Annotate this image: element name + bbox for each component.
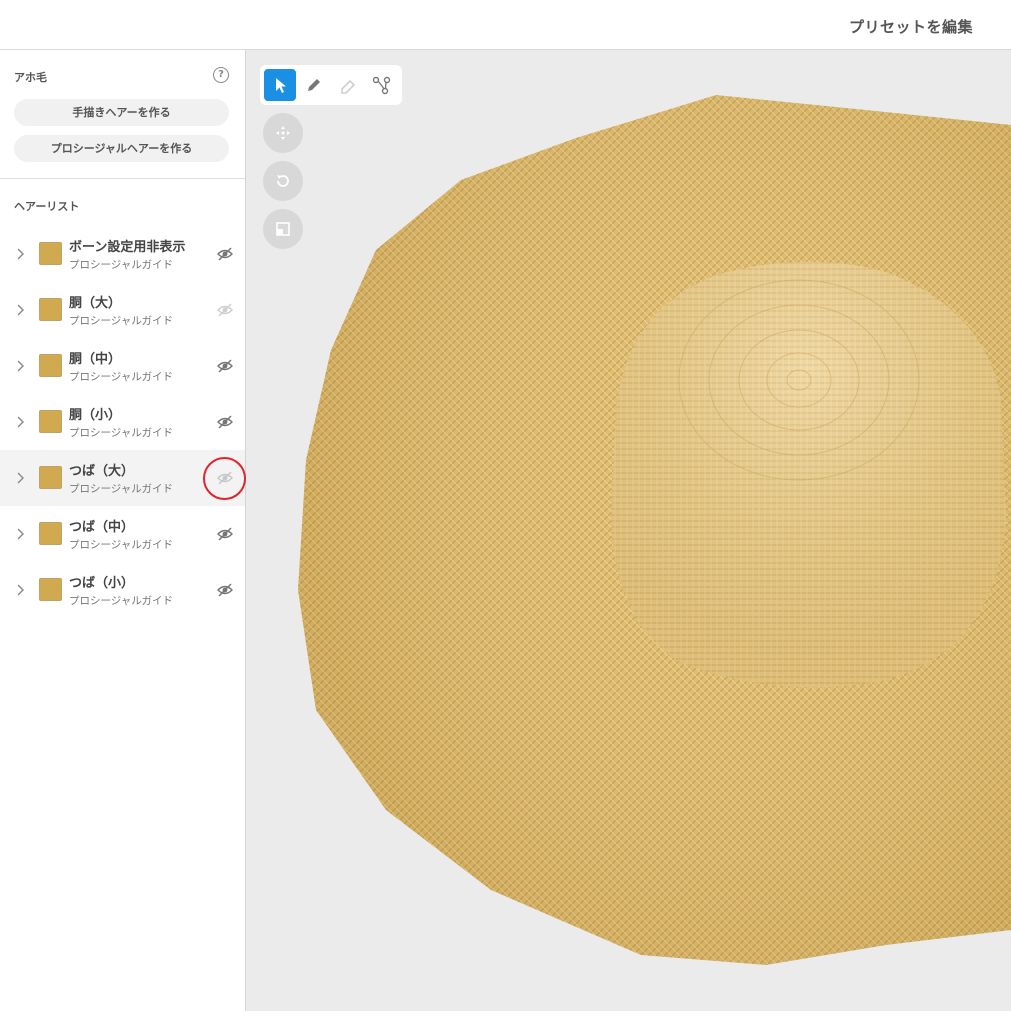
hair-list-item[interactable]: 胴（中） プロシージャルガイド bbox=[0, 338, 245, 394]
color-swatch[interactable] bbox=[39, 410, 62, 433]
bezier-node-icon bbox=[372, 76, 391, 95]
chevron-right-icon[interactable] bbox=[14, 246, 28, 262]
select-tool-button[interactable] bbox=[264, 69, 296, 101]
hair-item-name: つば（大） bbox=[69, 464, 135, 479]
straw-hat-model[interactable] bbox=[246, 50, 1011, 1011]
hair-item-subtitle: プロシージャルガイド bbox=[69, 483, 173, 495]
3d-viewport[interactable] bbox=[246, 50, 1011, 1011]
hair-item-name: つば（中） bbox=[69, 520, 135, 535]
eye-hidden-icon[interactable] bbox=[216, 413, 234, 431]
eye-hidden-icon[interactable] bbox=[216, 581, 234, 599]
eye-hidden-icon[interactable] bbox=[216, 301, 234, 319]
select-arrow-icon bbox=[276, 78, 286, 93]
color-swatch[interactable] bbox=[39, 242, 62, 265]
eye-hidden-icon[interactable] bbox=[216, 525, 234, 543]
help-icon[interactable]: ? bbox=[213, 67, 229, 83]
eraser-icon bbox=[341, 79, 356, 94]
pen-icon bbox=[308, 79, 320, 91]
hair-list-label: ヘアーリスト bbox=[14, 200, 80, 213]
hair-item-subtitle: プロシージャルガイド bbox=[69, 539, 173, 551]
hair-list-item[interactable]: 胴（大） プロシージャルガイド bbox=[0, 282, 245, 338]
hair-list-item[interactable]: 胴（小） プロシージャルガイド bbox=[0, 394, 245, 450]
page-title: プリセットを編集 bbox=[848, 18, 973, 36]
chevron-right-icon[interactable] bbox=[14, 582, 28, 598]
hair-item-subtitle: プロシージャルガイド bbox=[69, 595, 173, 607]
hair-item-name: ボーン設定用非表示 bbox=[69, 240, 186, 255]
eye-hidden-icon[interactable] bbox=[216, 245, 234, 263]
color-swatch[interactable] bbox=[39, 578, 62, 601]
tool-palette bbox=[260, 65, 402, 105]
hair-item-subtitle: プロシージャルガイド bbox=[69, 371, 173, 383]
chevron-right-icon[interactable] bbox=[14, 302, 28, 318]
color-swatch[interactable] bbox=[39, 522, 62, 545]
rotate-view-button[interactable] bbox=[263, 161, 303, 201]
chevron-right-icon[interactable] bbox=[14, 414, 28, 430]
color-swatch[interactable] bbox=[39, 354, 62, 377]
hair-item-name: 胴（中） bbox=[69, 352, 122, 367]
hair-item-subtitle: プロシージャルガイド bbox=[69, 259, 173, 271]
app-header: プリセットを編集 bbox=[0, 0, 1011, 50]
eye-hidden-icon[interactable] bbox=[216, 469, 234, 487]
color-swatch[interactable] bbox=[39, 466, 62, 489]
move-icon bbox=[276, 126, 290, 140]
hair-item-subtitle: プロシージャルガイド bbox=[69, 315, 173, 327]
hair-list-item[interactable]: ボーン設定用非表示 プロシージャルガイド bbox=[0, 226, 245, 282]
hair-item-name: 胴（小） bbox=[69, 408, 122, 423]
create-procedural-hair-button[interactable]: プロシージャルヘアーを作る bbox=[14, 135, 229, 162]
hair-list-item[interactable]: つば（中） プロシージャルガイド bbox=[0, 506, 245, 562]
hair-list: ボーン設定用非表示 プロシージャルガイド 胴（大） プロシージャルガイド 胴（中… bbox=[0, 226, 246, 618]
hair-list-item[interactable]: つば（小） プロシージャルガイド bbox=[0, 562, 245, 618]
eye-hidden-icon[interactable] bbox=[216, 357, 234, 375]
hair-item-name: つば（小） bbox=[69, 576, 135, 591]
chevron-right-icon[interactable] bbox=[14, 470, 28, 486]
fit-view-icon bbox=[276, 222, 290, 236]
chevron-right-icon[interactable] bbox=[14, 358, 28, 374]
hair-item-subtitle: プロシージャルガイド bbox=[69, 427, 173, 439]
section-divider bbox=[0, 178, 245, 179]
bezier-tool-button[interactable] bbox=[366, 69, 398, 101]
eraser-tool-button[interactable] bbox=[332, 69, 364, 101]
rotate-icon bbox=[277, 175, 289, 187]
chevron-right-icon[interactable] bbox=[14, 526, 28, 542]
hair-list-item-selected[interactable]: つば（大） プロシージャルガイド bbox=[0, 450, 246, 506]
create-hand-drawn-hair-button[interactable]: 手描きヘアーを作る bbox=[14, 99, 229, 126]
fit-view-button[interactable] bbox=[263, 209, 303, 249]
hair-item-name: 胴（大） bbox=[69, 296, 122, 311]
move-view-button[interactable] bbox=[263, 113, 303, 153]
color-swatch[interactable] bbox=[39, 298, 62, 321]
ahoge-section-label: アホ毛 bbox=[14, 71, 47, 84]
pen-tool-button[interactable] bbox=[298, 69, 330, 101]
sidebar: アホ毛 ? 手描きヘアーを作る プロシージャルヘアーを作る ヘアーリスト ボーン… bbox=[0, 50, 246, 1011]
